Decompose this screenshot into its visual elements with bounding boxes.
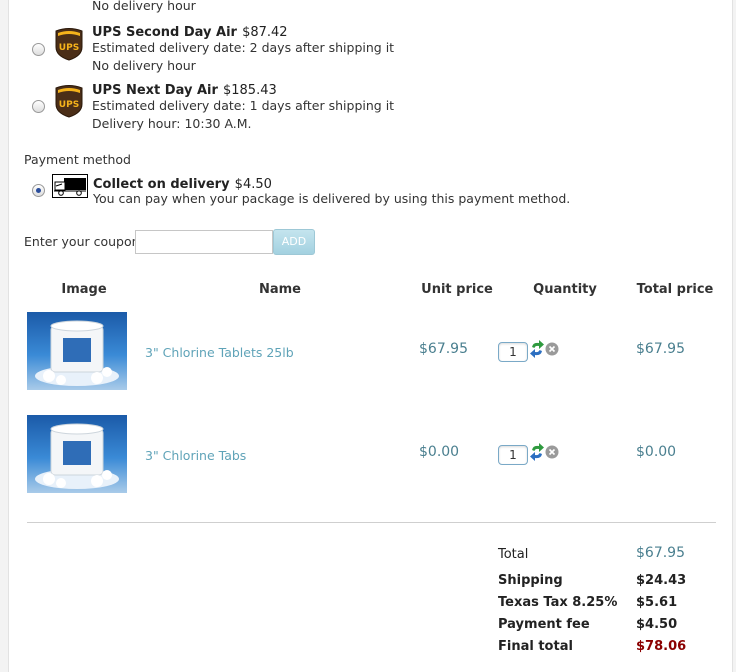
ups-logo-text: UPS: [59, 43, 79, 53]
payment-description: You can pay when your package is deliver…: [93, 191, 571, 206]
product-name-link[interactable]: 3" Chlorine Tabs: [145, 448, 246, 463]
summary-total-label: Total: [498, 547, 529, 562]
shipping-name: UPS Second Day Air: [92, 25, 237, 40]
right-border: [732, 0, 736, 672]
shipping-estimate: Estimated delivery date: 2 days after sh…: [92, 40, 395, 55]
summary-shipping-label: Shipping: [498, 573, 563, 588]
remove-item-icon[interactable]: [545, 445, 559, 459]
line-total: $67.95: [636, 341, 685, 357]
product-name-link[interactable]: 3" Chlorine Tablets 25lb: [145, 345, 294, 360]
summary-shipping-value: $24.43: [636, 573, 687, 588]
checkout-page: No delivery hour UPS UPS Second Day Air …: [0, 0, 736, 672]
summary-final-label: Final total: [498, 639, 573, 654]
col-header-name: Name: [258, 282, 301, 297]
shipping-price: $185.43: [222, 83, 277, 98]
payment-heading: Payment method: [24, 152, 131, 167]
quantity-input[interactable]: 1: [498, 445, 528, 465]
summary-total-value: $67.95: [636, 545, 685, 561]
col-header-image: Image: [61, 282, 107, 297]
shipping-radio-second-day[interactable]: [32, 43, 45, 56]
ups-logo-text: UPS: [59, 100, 79, 110]
coupon-label: Enter your coupon: [24, 234, 140, 249]
prev-option-hour: No delivery hour: [92, 0, 196, 13]
col-header-quantity: Quantity: [533, 282, 597, 297]
left-border: [0, 0, 9, 672]
product-image: [27, 415, 127, 493]
add-coupon-button[interactable]: ADD: [273, 229, 315, 255]
summary-final-value: $78.06: [636, 639, 687, 654]
summary-fee-value: $4.50: [636, 617, 678, 632]
coupon-input[interactable]: [135, 230, 273, 254]
ups-logo-icon: UPS: [55, 28, 83, 61]
shipping-radio-next-day[interactable]: [32, 100, 45, 113]
remove-item-icon[interactable]: [545, 342, 559, 356]
shipping-hour: Delivery hour: 10:30 A.M.: [92, 116, 252, 131]
ups-logo-icon: UPS: [55, 85, 83, 118]
shipping-name: UPS Next Day Air: [92, 83, 218, 98]
summary-fee-label: Payment fee: [498, 617, 590, 632]
update-quantity-icon[interactable]: [529, 340, 545, 358]
shipping-price: $87.42: [242, 25, 288, 40]
shipping-estimate: Estimated delivery date: 1 days after sh…: [92, 98, 395, 113]
cash-on-delivery-icon: [52, 174, 88, 198]
col-header-total-price: Total price: [636, 282, 714, 297]
shipping-title: UPS Second Day Air $87.42: [92, 21, 288, 40]
shipping-hour: No delivery hour: [92, 58, 196, 73]
shipping-title: UPS Next Day Air $185.43: [92, 79, 277, 98]
divider: [27, 522, 716, 523]
product-image: [27, 312, 127, 390]
update-quantity-icon[interactable]: [529, 443, 545, 461]
unit-price: $0.00: [419, 444, 460, 460]
summary-tax-label: Texas Tax 8.25%: [498, 595, 618, 610]
unit-price: $67.95: [419, 341, 468, 357]
summary-tax-value: $5.61: [636, 595, 678, 610]
line-total: $0.00: [636, 444, 677, 460]
quantity-input[interactable]: 1: [498, 342, 528, 362]
payment-radio-cod[interactable]: [32, 184, 45, 197]
payment-name: Collect on delivery: [93, 177, 230, 192]
col-header-unit-price: Unit price: [421, 282, 493, 297]
payment-fee: $4.50: [234, 177, 272, 192]
payment-title: Collect on delivery $4.50: [93, 173, 272, 192]
